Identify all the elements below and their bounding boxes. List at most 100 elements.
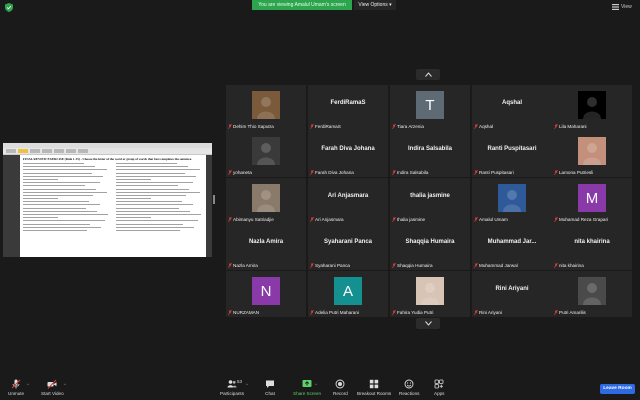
participant-tile[interactable]: Nazla Amira Nazla Amira [226, 224, 306, 270]
participant-tile[interactable]: yohaneta [226, 131, 306, 177]
document-text-line [23, 210, 97, 212]
participant-name: Amalul Umam [479, 217, 508, 222]
gallery-previous-page-button[interactable] [416, 69, 440, 80]
participant-tile[interactable]: Rini Ariyani Rini Ariyani [472, 271, 552, 317]
document-text-line [116, 175, 197, 177]
breakout-rooms-icon [369, 379, 379, 389]
document-text-line [23, 229, 87, 231]
viewing-screen-badge: You are viewing Amalul Umam's screen [252, 0, 352, 10]
participant-display-name: Aqshal [501, 100, 522, 106]
mic-muted-icon [310, 262, 314, 269]
document-text-line [23, 185, 85, 187]
document-text-line [116, 185, 178, 187]
participant-name-label: Putri Amarilis [554, 309, 586, 316]
participant-tile[interactable]: Lila Maharani [552, 85, 632, 131]
participant-tile[interactable]: Farah Diva Johana Farah Diva Johana [308, 131, 388, 177]
mic-muted-icon [474, 309, 478, 316]
video-options-caret[interactable]: ^ [64, 382, 66, 387]
participant-tile[interactable]: A Adelia Putri Maharani [308, 271, 388, 317]
participant-display-name: Syaharani Panca [323, 239, 373, 245]
split-drag-handle[interactable] [213, 195, 215, 204]
apps-button[interactable]: Apps [434, 379, 444, 396]
chevron-up-icon [424, 72, 432, 77]
participant-initial-avatar: M [578, 184, 606, 212]
participant-tile[interactable]: Syaharani Panca Syaharani Panca [308, 224, 388, 270]
participant-tile[interactable]: Ari Anjasmara Ari Anjasmara [308, 178, 388, 224]
top-bar: You are viewing Amalul Umam's screen Vie… [0, 0, 640, 14]
document-text-line [116, 178, 151, 180]
participant-name-label: Ranti Puspitasari [474, 169, 514, 176]
mic-muted-icon [474, 123, 478, 130]
chat-button[interactable]: Chat [265, 379, 275, 396]
share-options-caret[interactable]: ^ [315, 382, 317, 387]
participant-display-name: Rini Ariyani [495, 286, 529, 292]
participant-tile[interactable]: Dehim Thio Saputra [226, 85, 306, 131]
participant-name-label: Shaqqia Humaira [392, 262, 433, 269]
participant-tile[interactable]: N NURZAMAN [226, 271, 306, 317]
share-screen-label: Share Screen [293, 391, 322, 396]
participant-tile[interactable]: Aqshal Aqshal [472, 85, 552, 131]
view-button[interactable]: View [612, 2, 632, 12]
participant-tile[interactable]: Fahira Yudia Putri [390, 271, 470, 317]
participant-tile[interactable]: FerdiRamaS FerdiRamaS [308, 85, 388, 131]
participant-tile[interactable]: Abimanyu Satriadjie [226, 178, 306, 224]
start-video-button[interactable]: Start Video [41, 379, 64, 396]
breakout-rooms-button[interactable]: Breakout Rooms [357, 379, 391, 396]
participant-tile[interactable]: Muhammad Jar... Muhammad Jarwal [472, 224, 552, 270]
document-text-line [23, 220, 105, 222]
view-options-button[interactable]: View Options ▾ [354, 0, 396, 10]
unmute-button[interactable]: Unmute [8, 379, 24, 396]
participant-tile[interactable]: Shaqqia Humaira Shaqqia Humaira [390, 224, 470, 270]
participant-display-name: Farah Diva Johana [321, 146, 375, 152]
participant-name-label: Adelia Putri Maharani [310, 309, 359, 316]
mic-muted-icon [554, 123, 558, 130]
shared-screen[interactable]: FINAL REVIEW EXERCISE (Rule 1-15) - Choo… [3, 143, 212, 257]
mic-muted-icon [554, 216, 558, 223]
reactions-button[interactable]: Reactions [399, 379, 419, 396]
shared-app-toolbar [3, 143, 212, 155]
document-text-line [116, 207, 179, 209]
record-button[interactable]: Record [333, 379, 348, 396]
participant-name-label: Lila Maharani [554, 123, 587, 130]
document-text-line [23, 172, 92, 174]
grid-icon [612, 4, 619, 10]
participant-initial-avatar: A [334, 277, 362, 305]
leave-room-button[interactable]: Leave Room [600, 384, 635, 394]
document-text-line [23, 217, 58, 219]
mic-muted-icon [310, 169, 314, 176]
shield-icon[interactable] [5, 3, 13, 12]
participant-name: Shaqqia Humaira [397, 263, 433, 268]
document-text-line [116, 182, 193, 184]
participants-options-caret[interactable]: ^ [246, 382, 248, 387]
participant-name-label: Tiara Arzenia [392, 123, 424, 130]
participant-display-name: Shaqqia Humaira [405, 239, 455, 245]
participant-name-label: Amalul Umam [474, 216, 508, 223]
document-text-line [116, 163, 177, 164]
participant-tile[interactable]: M Muhamad Reza Grapari [552, 178, 632, 224]
participant-tile[interactable]: Indira Salsabila Indira Salsabila [390, 131, 470, 177]
chat-label: Chat [265, 391, 275, 396]
participant-photo [578, 137, 606, 165]
participant-tile[interactable]: T Tiara Arzenia [390, 85, 470, 131]
participant-display-name: Indira Salsabila [407, 146, 453, 152]
participant-tile[interactable]: Lamona Putriesli [552, 131, 632, 177]
participant-tile[interactable]: Putri Amarilis [552, 271, 632, 317]
participant-display-name: FerdiRamaS [330, 100, 366, 106]
participant-tile[interactable]: Ranti Puspitasari Ranti Puspitasari [472, 131, 552, 177]
start-video-label: Start Video [41, 391, 64, 396]
mic-muted-icon [474, 169, 478, 176]
mic-muted-icon [228, 262, 232, 269]
participant-name: Dehim Thio Saputra [233, 124, 274, 129]
participant-tile[interactable]: thalia jasmine thalia jasmine [390, 178, 470, 224]
document-text-line [23, 198, 58, 200]
participant-tile[interactable]: Amalul Umam [472, 178, 552, 224]
audio-options-caret[interactable]: ^ [27, 382, 29, 387]
mic-muted-icon [554, 309, 558, 316]
participant-initial-avatar: N [252, 277, 280, 305]
document-text-line [116, 204, 194, 206]
gallery-next-page-button[interactable] [416, 318, 440, 329]
participant-name: Rini Ariyani [479, 310, 502, 315]
mic-muted-icon [228, 169, 232, 176]
participant-tile[interactable]: nita khairina nita khairina [552, 224, 632, 270]
participant-name: Nazla Amira [233, 263, 258, 268]
